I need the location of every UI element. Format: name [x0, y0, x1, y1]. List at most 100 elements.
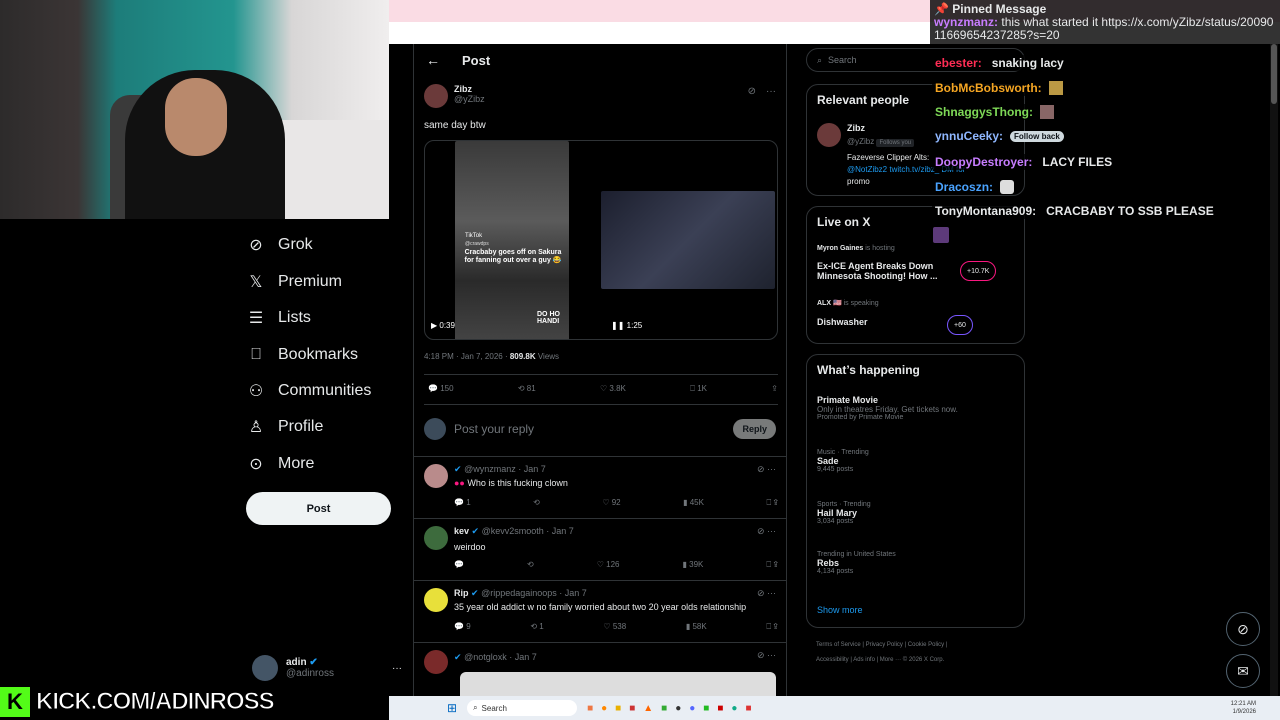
bookmark-share[interactable]: ⎕ ⇪	[766, 560, 778, 570]
emote-icon	[1040, 105, 1054, 119]
views-icon[interactable]: ▮ 45K	[683, 498, 704, 508]
emote-icon	[933, 227, 949, 243]
avatar[interactable]	[817, 123, 841, 147]
live-on-x-card: Live on X Myron Gaines is hosting Ex-ICE…	[806, 206, 1025, 344]
reply-more-icon[interactable]: ⊘ ···	[757, 588, 776, 599]
reply-item[interactable]: ✔ @wynzmanz · Jan 7 ●● Who is this fucki…	[414, 462, 786, 518]
follow-back-button[interactable]: Follow back	[1010, 130, 1064, 142]
scrollbar-thumb[interactable]	[1271, 44, 1277, 104]
taskbar-search[interactable]: ⌕ Search	[467, 700, 578, 716]
messages-float-button[interactable]: ✉	[1226, 654, 1260, 688]
nav-profile[interactable]: ♙ Profile	[246, 415, 324, 439]
repost-button[interactable]: ⟲ 81	[518, 384, 536, 394]
reply-avatar[interactable]	[424, 526, 448, 550]
grok-icon: ⊘	[1237, 620, 1249, 637]
bookmark-share[interactable]: ⎕ ⇪	[766, 498, 778, 508]
chat-line: TonyMontana909: CRACBABY TO SSB PLEASE	[932, 203, 1217, 219]
live-item[interactable]: Ex-ICE Agent Breaks Down Minnesota Shoot…	[817, 261, 947, 281]
taskbar-clock[interactable]: 12:21 AM 1/9/2026	[1231, 700, 1256, 716]
views-icon[interactable]: ▮ 39K	[683, 560, 704, 570]
like-button[interactable]: ♡ 538	[603, 622, 626, 632]
post-more-icon[interactable]: ···	[766, 86, 776, 97]
emoji-icon: ●●	[454, 478, 465, 488]
account-switcher[interactable]: adin ✔ @adinross ···	[252, 654, 402, 682]
nav-communities[interactable]: ⚇ Communities	[246, 379, 372, 403]
more-dots-icon[interactable]: ···	[392, 663, 402, 674]
emote-icon	[1048, 81, 1063, 95]
reply-input[interactable]: Post your reply	[454, 422, 534, 436]
footer-links-2[interactable]: Accessibility | Ads info | More ··· © 20…	[816, 657, 944, 663]
nav-premium[interactable]: 𝕏 Premium	[246, 270, 342, 294]
show-more-link[interactable]: Show more	[817, 605, 863, 615]
bookmark-button[interactable]: ⎕ 1K	[690, 384, 707, 394]
trend-item[interactable]: Sports · Trending Hail Mary 3,034 posts	[817, 501, 1017, 525]
reply-more-icon[interactable]: ⊘ ···	[757, 650, 776, 661]
bookmark-share[interactable]: ⎕ ⇪	[766, 622, 778, 632]
video-thumbnail-2[interactable]	[601, 191, 775, 289]
my-avatar	[424, 418, 446, 440]
live-item[interactable]: Dishwasher	[817, 317, 868, 327]
live-count-badge[interactable]: +60	[947, 315, 973, 335]
nav-bookmarks[interactable]: ⎕ Bookmarks	[246, 343, 358, 367]
video-thumbnail-1[interactable]: TikTok @crawdps Cracbaby goes off on Sak…	[455, 141, 569, 339]
taskbar-apps[interactable]: ■ ● ■ ■ ▲ ■ ● ● ■ ■ ● ■	[587, 703, 751, 714]
bookmark-icon: ⎕	[251, 346, 261, 363]
nav-grok[interactable]: ⊘ Grok	[246, 233, 312, 257]
app-icon: ■	[587, 702, 594, 714]
reply-item[interactable]: Rip ✔ @rippedagainoops · Jan 7 35 year o…	[414, 586, 786, 642]
verified-icon: ✔	[454, 464, 462, 474]
author-handle[interactable]: @yZibz	[454, 94, 485, 104]
reply-submit-button[interactable]: Reply	[733, 419, 776, 439]
like-button[interactable]: ♡ 3.8K	[600, 384, 626, 394]
trend-item[interactable]: Primate Movie Only in theatres Friday. G…	[817, 395, 1017, 421]
back-arrow-icon[interactable]: ←	[426, 52, 440, 68]
views-icon[interactable]: ▮ 58K	[686, 622, 707, 632]
video-2-duration: ❚❚ 1:25	[611, 321, 643, 330]
author-avatar[interactable]	[424, 84, 448, 108]
reply-button[interactable]: 💬	[454, 560, 464, 570]
scrollbar[interactable]	[1270, 44, 1278, 696]
repost-button[interactable]: ⟲ 1	[530, 622, 543, 632]
nav-more[interactable]: ⊙ More	[246, 452, 314, 476]
chat-line: ShnaggysThong:	[932, 104, 1054, 120]
grok-float-button[interactable]: ⊘	[1226, 612, 1260, 646]
reply-more-icon[interactable]: ⊘ ···	[757, 464, 776, 475]
reply-button[interactable]: 💬 150	[428, 384, 454, 394]
repost-button[interactable]: ⟲	[533, 498, 540, 508]
trend-item[interactable]: Music · Trending Sade 9,445 posts	[817, 449, 1017, 473]
post-actions: 💬 150 ⟲ 81 ♡ 3.8K ⎕ 1K ⇪	[414, 384, 786, 394]
verified-icon: ✔	[309, 657, 318, 668]
grok-icon[interactable]: ⊘	[748, 86, 756, 97]
reply-more-icon[interactable]: ⊘ ···	[757, 526, 776, 537]
windows-start-icon[interactable]: ⊞	[447, 701, 457, 715]
reply-avatar[interactable]	[424, 588, 448, 612]
avatar	[252, 655, 278, 681]
reply-button[interactable]: 💬 1	[454, 498, 471, 508]
pinned-title: 📌 Pinned Message	[934, 2, 1047, 16]
app-icon: ■	[661, 702, 668, 714]
reply-avatar[interactable]	[424, 464, 448, 488]
trend-item[interactable]: Trending in United States Rebs 4,134 pos…	[817, 551, 1017, 575]
main-column: ← Post Zibz @yZibz ⊘ ··· same day btw Tik…	[413, 44, 787, 704]
pinned-message: 📌 Pinned Message wynzmanz: this what sta…	[930, 0, 1280, 44]
kick-watermark: K KICK.COM/ADINROSS	[0, 683, 275, 720]
reply-avatar[interactable]	[424, 650, 448, 674]
like-button[interactable]: ♡ 126	[597, 560, 620, 570]
live-count-badge[interactable]: +10.7K	[960, 261, 997, 281]
reply-button[interactable]: 💬 9	[454, 622, 471, 632]
author-name[interactable]: Zibz	[454, 84, 485, 94]
reply-item[interactable]: kev ✔ @kevv2smooth · Jan 7 weirdoo 💬 ⟲ ♡ 1…	[414, 524, 786, 580]
app-icon: ■	[745, 702, 752, 714]
nav-lists[interactable]: ☰ Lists	[246, 306, 311, 330]
chat-line: DoopyDestroyer: LACY FILES	[932, 154, 1116, 170]
post-media[interactable]: TikTok @crawdps Cracbaby goes off on Sak…	[424, 140, 778, 340]
kick-logo-icon: K	[0, 686, 30, 717]
app-icon: ●	[601, 702, 608, 714]
chat-line: ebester: snaking lacy	[932, 55, 1067, 71]
whats-happening-card: What’s happening Primate Movie Only in t…	[806, 354, 1025, 628]
repost-button[interactable]: ⟲	[527, 560, 534, 570]
like-button[interactable]: ♡ 92	[602, 498, 620, 508]
post-button[interactable]: Post	[246, 492, 391, 525]
footer-links[interactable]: Terms of Service | Privacy Policy | Cook…	[816, 642, 947, 648]
share-icon[interactable]: ⇪	[771, 384, 778, 394]
